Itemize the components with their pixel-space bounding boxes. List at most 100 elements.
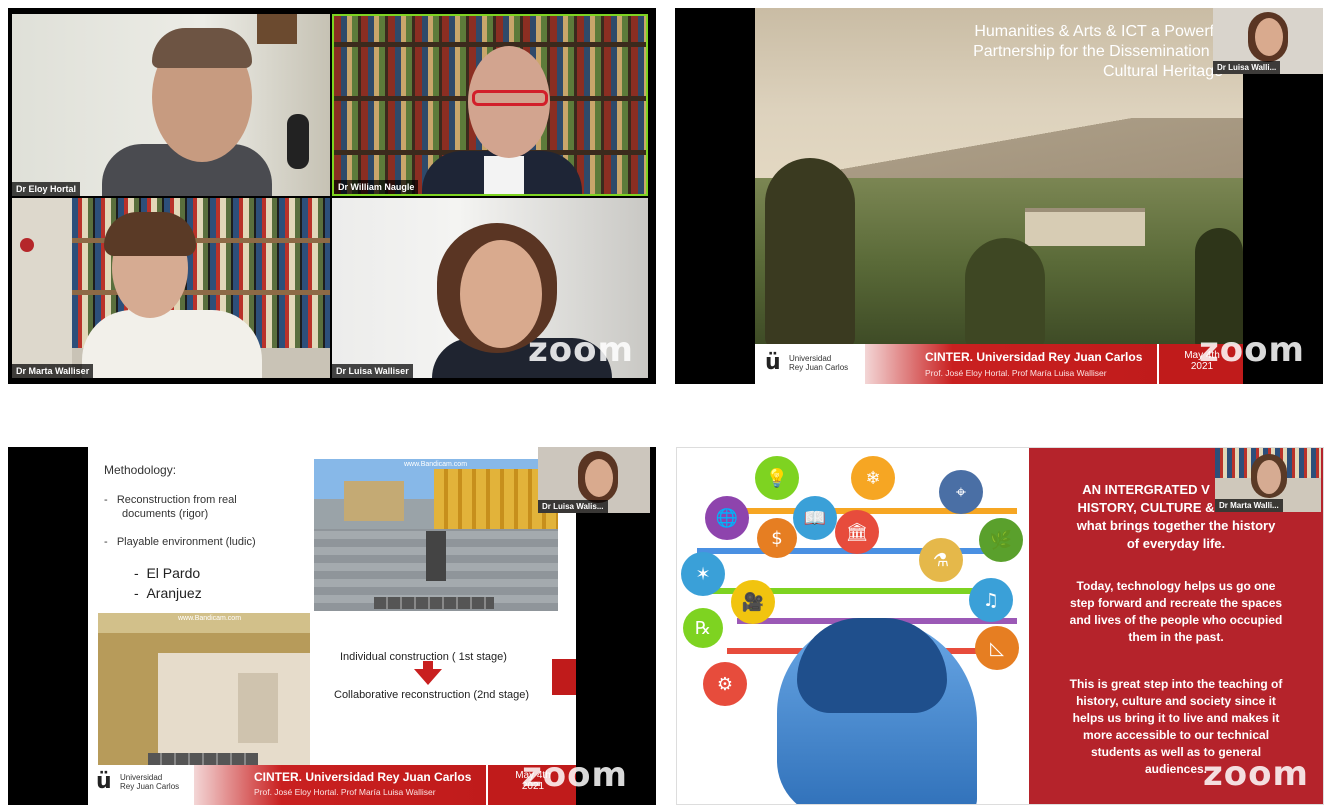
slide: Humanities & Arts & ICT a Powerfu Partne… — [755, 8, 1243, 384]
university-line: Universidad — [789, 354, 832, 363]
face — [585, 459, 613, 497]
face — [1255, 18, 1283, 56]
hair — [104, 212, 196, 256]
participant-name: Dr Marta Walliser — [12, 364, 94, 378]
slide-title-line: Humanities & Arts & ICT a Powerfu — [974, 23, 1223, 40]
zoom-watermark: zoom — [528, 330, 634, 370]
hotbar — [374, 597, 494, 609]
zoom-watermark: zoom — [1199, 330, 1305, 370]
shared-slide-panel-1: Humanities & Arts & ICT a Powerfu Partne… — [675, 8, 1323, 384]
dollar-icon: $ — [757, 518, 797, 558]
paragraph-line: and lives of the people who occupied — [1069, 613, 1283, 627]
arrow-down-icon — [414, 669, 442, 685]
university-logo-icon: ü — [96, 769, 112, 794]
heading-line: what brings together the history — [1076, 518, 1276, 533]
paragraph-line: helps us bring it to live and makes it — [1072, 711, 1280, 725]
stage-two-label: Collaborative reconstruction (2nd stage) — [334, 689, 530, 701]
footer-banner: CINTER. Universidad Rey Juan Carlos Prof… — [865, 344, 1157, 384]
university-line: Rey Juan Carlos — [789, 363, 849, 372]
bullet-item: - Playable environment (ludic) — [104, 535, 256, 549]
floor — [158, 653, 310, 765]
footer-subtitle: Prof. José Eloy Hortal. Prof María Luisa… — [254, 787, 436, 797]
vitruvian-icon: ✶ — [681, 552, 725, 596]
university-name: Universidad Rey Juan Carlos — [120, 773, 179, 791]
university-line: Rey Juan Carlos — [120, 782, 180, 791]
music-icon: ♫ — [969, 578, 1013, 622]
snowflake-icon: ❄ — [851, 456, 895, 500]
slide: Methodology: - Reconstruction from real … — [88, 447, 576, 805]
bullet-list: - Reconstruction from real documents (ri… — [104, 493, 256, 549]
shared-slide-panel-2: Methodology: - Reconstruction from real … — [8, 447, 656, 805]
paragraph-line: Today, technology helps us go one — [1076, 579, 1276, 593]
capitol-icon: 🏛 — [835, 510, 879, 554]
bullet-dash: - — [104, 536, 108, 548]
bullet-dash: - — [134, 585, 139, 601]
gallery-view-panel: Dr Eloy Hortal Dr William Naugle Dr Mart… — [8, 8, 656, 384]
participant-name: Dr Luisa Walis... — [538, 500, 608, 513]
methodology-heading: Methodology: — [104, 463, 177, 477]
participant-name: Dr Luisa Walli... — [1213, 61, 1281, 74]
bullet-item: documents (rigor) — [122, 508, 209, 520]
infographic: 💡 ❄ ⌖ 🌐 📖 🏛 🌿 $ ⚗ ✶ 🎥 ♫ ℞ ◺ ⚙ — [677, 448, 1029, 804]
video-tile-marta[interactable]: Dr Marta Walliser — [12, 198, 330, 378]
paragraph-line: step forward and recreate the spaces — [1069, 596, 1283, 610]
glasses-icon — [472, 90, 548, 106]
side-accent — [552, 659, 576, 695]
slide-footer: ü Universidad Rey Juan Carlos CINTER. Un… — [755, 344, 1243, 384]
shared-slide-panel-3: 💡 ❄ ⌖ 🌐 📖 🏛 🌿 $ ⚗ ✶ 🎥 ♫ ℞ ◺ ⚙ AN INTERGR… — [676, 447, 1324, 805]
university-line: Universidad — [120, 773, 163, 782]
heading-line: of everyday life. — [1126, 536, 1226, 551]
globe-icon: 🌐 — [705, 496, 749, 540]
game-screenshot-interior: www.Bandicam.com — [98, 613, 310, 765]
painting-tree — [765, 158, 855, 348]
sweater — [82, 310, 262, 378]
paragraph-line: them in the past. — [1128, 630, 1224, 644]
wall — [12, 198, 72, 378]
footer-title: CINTER. Universidad Rey Juan Carlos — [925, 350, 1143, 364]
slide-footer: ü Universidad Rey Juan Carlos CINTER. Un… — [88, 765, 576, 805]
video-tile-luisa[interactable]: zoom Dr Luisa Walliser — [332, 198, 648, 378]
gears-icon: ⚙ — [703, 662, 747, 706]
slide-title: Humanities & Arts & ICT a Powerfu Partne… — [973, 22, 1223, 82]
self-view-thumbnail[interactable]: Dr Luisa Walli... — [1213, 8, 1323, 74]
arrow-down-stem — [423, 661, 433, 671]
self-view-thumbnail[interactable]: Dr Luisa Walis... — [538, 447, 650, 513]
painting-palace — [1025, 208, 1145, 246]
book-icon: 📖 — [793, 496, 837, 540]
self-view-thumbnail[interactable]: Dr Marta Walli... — [1215, 448, 1321, 512]
geometry-icon: ◺ — [975, 626, 1019, 670]
bullet-text: Reconstruction from real — [116, 494, 237, 506]
hair — [152, 28, 252, 68]
bullet-item: - Reconstruction from real — [104, 493, 256, 507]
video-tile-eloy[interactable]: Dr Eloy Hortal — [12, 14, 330, 196]
brain-shape — [797, 618, 947, 713]
slide-title-line: Cultural Heritage — [1102, 63, 1223, 80]
bullet-dash: - — [104, 494, 108, 506]
zoom-watermark: zoom — [522, 755, 628, 795]
university-logo-icon: ü — [765, 350, 781, 375]
game-screenshot-street: www.Bandicam.com — [314, 459, 558, 611]
shelf-board — [334, 42, 646, 47]
stairs — [238, 673, 278, 743]
hotbar — [148, 753, 258, 765]
sub-bullet-item: - El Pardo — [134, 563, 202, 583]
sub-bullet-item: - Aranjuez — [134, 583, 202, 603]
painting-tree — [965, 238, 1045, 348]
participant-name: Dr Luisa Walliser — [332, 364, 413, 378]
sub-bullet-text: Aranjuez — [146, 585, 202, 601]
participant-name: Dr Eloy Hortal — [12, 182, 81, 196]
bullet-text: Playable environment (ludic) — [116, 536, 256, 548]
prescription-icon: ℞ — [683, 608, 723, 648]
paragraph-line: history, culture and society since it — [1076, 694, 1276, 708]
camera-icon: 🎥 — [731, 580, 775, 624]
picture-frame — [257, 14, 297, 44]
video-tile-william[interactable]: Dr William Naugle — [332, 14, 648, 196]
face — [1257, 460, 1281, 494]
zoom-watermark: zoom — [1203, 754, 1309, 794]
footer-title: CINTER. Universidad Rey Juan Carlos — [254, 770, 472, 784]
footer-banner: CINTER. Universidad Rey Juan Carlos Prof… — [194, 765, 486, 805]
telescope-icon: ⌖ — [939, 470, 983, 514]
slide-title-line: Partnership for the Dissemination o — [973, 43, 1223, 60]
participant-name: Dr William Naugle — [334, 180, 419, 194]
capture-watermark: www.Bandicam.com — [404, 461, 468, 468]
